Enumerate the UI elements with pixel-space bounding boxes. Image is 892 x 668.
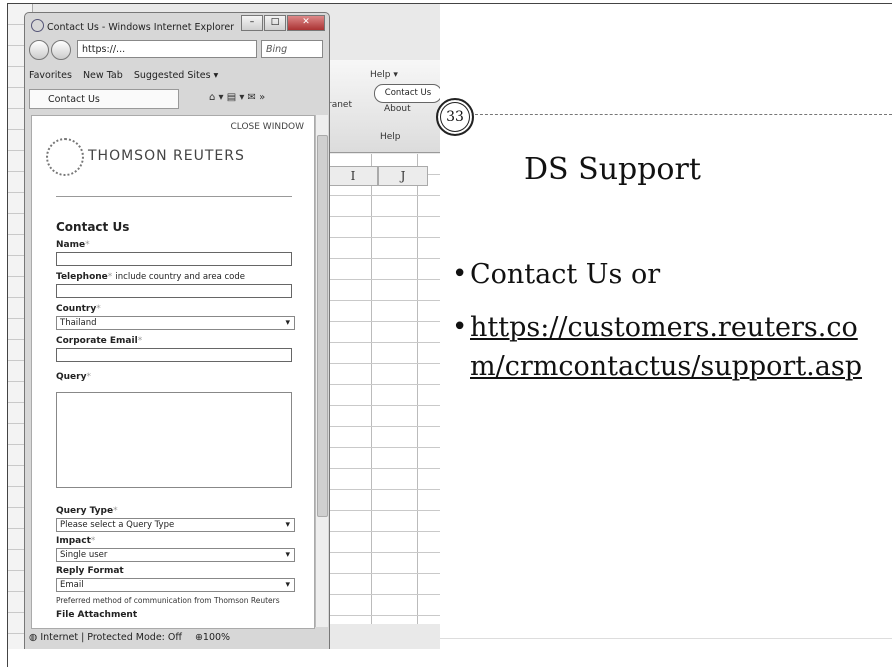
close-window-link[interactable]: CLOSE WINDOW <box>230 122 304 132</box>
page-number: 33 <box>436 98 474 136</box>
status-bar: ◍ Internet | Protected Mode: Off ⊕100% <box>29 629 325 647</box>
header-rule <box>470 114 892 115</box>
name-field[interactable] <box>56 252 292 266</box>
query-label: Query* <box>56 372 91 382</box>
name-label: Name* <box>56 240 90 250</box>
window-controls: – □ ✕ <box>240 15 325 31</box>
divider <box>56 196 292 197</box>
window-title-text: Contact Us - Windows Internet Explorer <box>47 22 235 33</box>
email-label: Corporate Email* <box>56 336 143 346</box>
back-button[interactable] <box>29 40 49 60</box>
telephone-field[interactable] <box>56 284 292 298</box>
favorites-button[interactable]: Favorites <box>29 70 72 81</box>
slide-title: DS Support <box>524 152 701 187</box>
ie-icon <box>31 19 44 32</box>
country-select[interactable]: Thailand <box>56 316 295 330</box>
impact-label: Impact* <box>56 536 96 546</box>
column-header-j[interactable]: J <box>378 166 428 186</box>
ie-window: Contact Us - Windows Internet Explorer –… <box>24 12 330 649</box>
country-label: Country* <box>56 304 101 314</box>
page-scrollbar[interactable] <box>315 115 328 627</box>
impact-select[interactable]: Single user <box>56 548 295 562</box>
file-attachment-label: File Attachment <box>56 610 138 620</box>
reply-format-label: Reply Format <box>56 566 124 576</box>
form-title: Contact Us <box>56 220 130 234</box>
bullet-contact-us: Contact Us or <box>452 255 882 294</box>
address-row: https://... Bing <box>29 39 325 61</box>
thomson-reuters-logo-icon <box>46 138 84 176</box>
column-header-i[interactable]: I <box>328 166 378 186</box>
footer-rule <box>440 638 892 639</box>
bullet-list: Contact Us or https://customers.reuters.… <box>452 255 882 400</box>
about-button[interactable]: About <box>384 104 411 114</box>
zoom-level[interactable]: 100% <box>203 632 230 643</box>
support-url-link[interactable]: https://customers.reuters.com/crmcontact… <box>452 308 882 386</box>
address-bar[interactable]: https://... <box>77 40 257 58</box>
status-text: Internet | Protected Mode: Off <box>40 632 182 643</box>
zoom-icon[interactable]: ⊕ <box>195 632 203 643</box>
query-type-select[interactable]: Please select a Query Type <box>56 518 295 532</box>
email-field[interactable] <box>56 348 292 362</box>
excel-ribbon: Help ▾ About Help ranet <box>326 60 440 153</box>
contact-us-ribbon-button[interactable]: Contact Us <box>374 84 440 103</box>
favorites-bar: Favorites New Tab Suggested Sites ▾ <box>29 65 325 87</box>
window-title: Contact Us - Windows Internet Explorer <box>31 19 234 33</box>
forward-button[interactable] <box>51 40 71 60</box>
new-tab-link[interactable]: New Tab <box>83 70 123 81</box>
tab-row: Contact Us ⌂ ▾ ▤ ▾ ✉ » <box>29 89 325 111</box>
globe-icon: ◍ <box>29 632 38 643</box>
suggested-sites-link[interactable]: Suggested Sites ▾ <box>134 70 219 81</box>
reply-format-select[interactable]: Email <box>56 578 295 592</box>
minimize-button[interactable]: – <box>241 15 263 31</box>
search-input[interactable]: Bing <box>261 40 323 58</box>
page-content: CLOSE WINDOW THOMSON REUTERS Contact Us … <box>31 115 315 629</box>
tab-contact-us[interactable]: Contact Us <box>29 89 179 109</box>
screenshot-panel: Help ▾ About Help ranet Contact Us I J C… <box>8 4 440 649</box>
query-type-label: Query Type* <box>56 506 118 516</box>
maximize-button[interactable]: □ <box>264 15 286 31</box>
telephone-label: Telephone* include country and area code <box>56 272 245 282</box>
query-textarea[interactable] <box>56 392 292 488</box>
preferred-method-note: Preferred method of communication from T… <box>56 596 280 605</box>
brand-name: THOMSON REUTERS <box>88 148 245 164</box>
scrollbar-thumb[interactable] <box>317 135 328 517</box>
command-bar[interactable]: ⌂ ▾ ▤ ▾ ✉ » <box>209 92 265 103</box>
help-group-label: Help <box>380 132 401 142</box>
close-window-button[interactable]: ✕ <box>287 15 325 31</box>
help-menu[interactable]: Help ▾ <box>370 70 398 80</box>
ranet-label: ranet <box>328 100 352 110</box>
spreadsheet-grid <box>326 154 440 624</box>
